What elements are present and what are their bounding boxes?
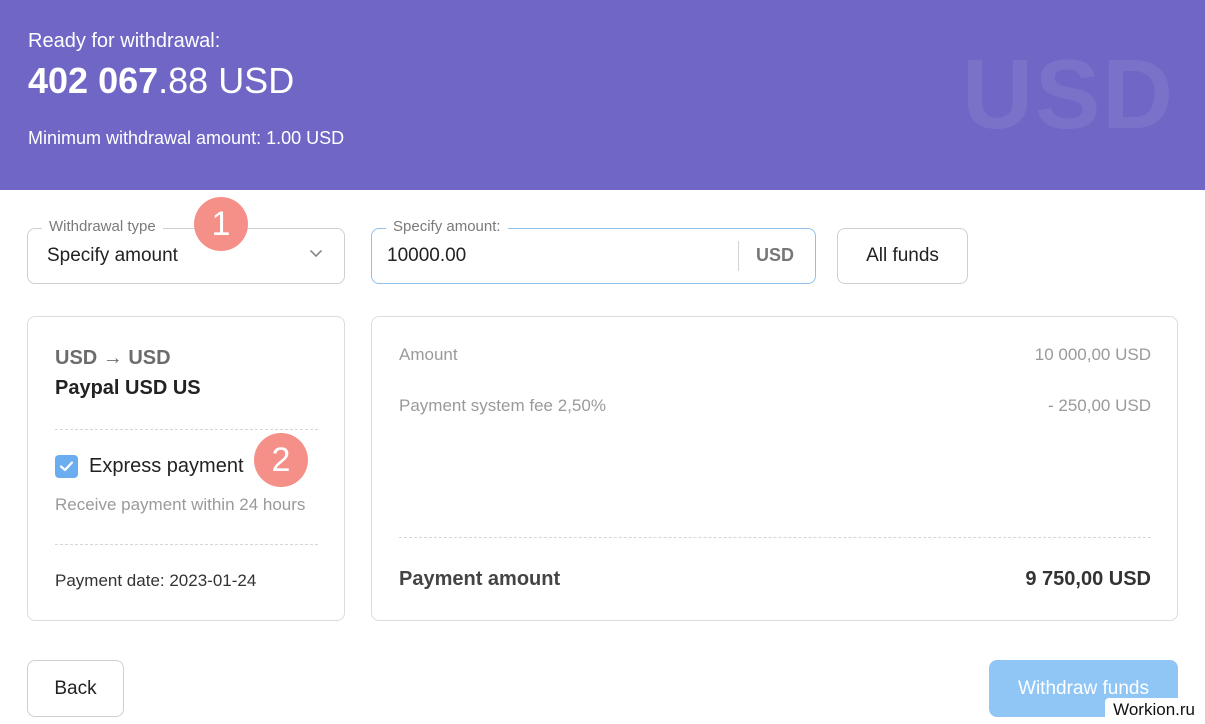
payment-summary-card: Amount 10 000,00 USD Payment system fee … — [371, 316, 1178, 621]
currency-watermark: USD — [962, 39, 1175, 149]
divider — [55, 429, 318, 430]
amount-currency: USD — [756, 245, 795, 265]
payment-date: Payment date: 2023-01-24 — [55, 571, 257, 590]
step-badge-2: 2 — [254, 433, 308, 487]
express-payment-label[interactable]: Express payment — [89, 455, 244, 478]
payment-amount-label: Payment amount — [399, 568, 561, 590]
summary-amount-value: 10 000,00 USD — [1034, 345, 1151, 364]
site-watermark: Workion.ru — [1105, 698, 1205, 724]
ready-label: Ready for withdrawal: — [28, 30, 221, 52]
divider — [55, 544, 318, 545]
summary-row-total: Payment amount 9 750,00 USD — [399, 568, 1151, 591]
balance-header: Ready for withdrawal: 402 067.88 USD Min… — [0, 0, 1205, 190]
summary-row-amount: Amount 10 000,00 USD — [399, 345, 1151, 365]
divider — [399, 537, 1151, 538]
summary-fee-label: Payment system fee 2,50% — [399, 396, 606, 415]
amount-legend: Specify amount: — [386, 218, 508, 235]
balance-amount-integer: 402 067 — [28, 60, 159, 101]
payment-amount-value: 9 750,00 USD — [1025, 568, 1151, 590]
currency-conversion: USD → USD — [55, 347, 171, 369]
chevron-down-icon[interactable] — [310, 247, 322, 259]
withdrawal-type-legend: Withdrawal type — [42, 218, 163, 235]
express-payment-checkbox[interactable] — [55, 455, 78, 478]
checkmark-icon — [59, 461, 74, 472]
summary-row-fee: Payment system fee 2,50% - 250,00 USD — [399, 396, 1151, 416]
withdrawal-type-value: Specify amount — [47, 245, 178, 266]
amount-divider — [738, 241, 739, 271]
balance-amount-decimal: .88 USD — [158, 60, 295, 101]
receive-payment-note: Receive payment within 24 hours — [55, 495, 306, 514]
withdrawal-type-select[interactable]: Withdrawal type Specify amount — [27, 218, 345, 284]
minimum-withdrawal-text: Minimum withdrawal amount: 1.00 USD — [28, 128, 345, 148]
summary-amount-label: Amount — [399, 345, 458, 364]
amount-value[interactable]: 10000.00 — [387, 245, 466, 267]
amount-input[interactable]: Specify amount: 10000.00 USD — [371, 218, 816, 284]
summary-fee-value: - 250,00 USD — [1048, 396, 1151, 415]
payment-method-name: Paypal USD US — [55, 377, 201, 399]
all-funds-button[interactable]: All funds — [837, 228, 968, 284]
back-button[interactable]: Back — [27, 660, 124, 717]
balance-amount: 402 067.88 USD — [28, 60, 294, 102]
step-badge-1: 1 — [194, 197, 248, 251]
